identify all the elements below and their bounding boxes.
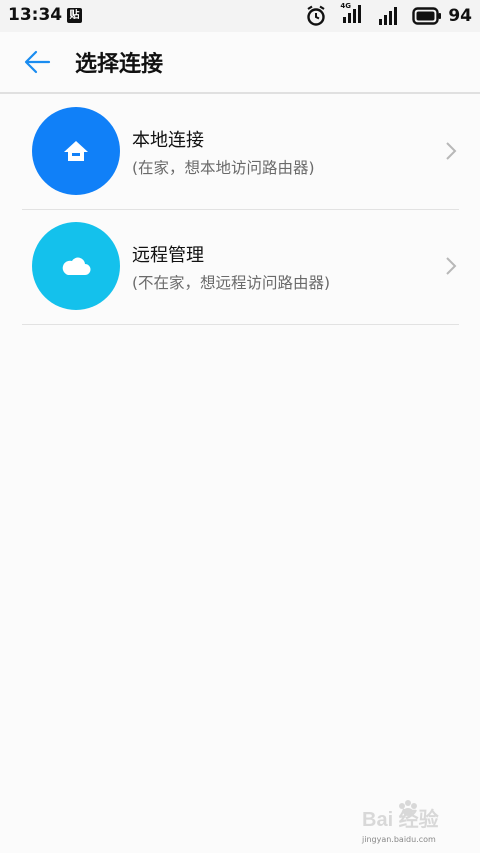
- option-title: 远程管理: [132, 245, 204, 266]
- status-time: 13:34: [8, 5, 63, 25]
- cloud-icon: [62, 257, 91, 275]
- watermark-url: jingyan.baidu.com: [362, 835, 436, 844]
- battery-percentage: 94: [448, 6, 472, 26]
- signal-4g-icon: 4G: [340, 2, 362, 28]
- back-arrow-icon: [24, 50, 51, 74]
- home-icon-circle: [32, 107, 120, 195]
- back-button[interactable]: [22, 46, 54, 78]
- option-remote-management[interactable]: 远程管理 (不在家，想远程访问路由器): [22, 209, 459, 325]
- status-indicators: 4G 94: [306, 2, 472, 28]
- cloud-icon-circle: [32, 222, 120, 310]
- paw-logo-icon: Bai 经验: [362, 800, 439, 831]
- tieba-notification-icon: 贴: [67, 8, 82, 23]
- signal-icon: [379, 7, 398, 25]
- status-bar: 13:34 贴 4G 94: [0, 0, 480, 32]
- option-local-connection[interactable]: 本地连接 (在家，想本地访问路由器): [22, 94, 459, 210]
- watermark-brand: Bai 经验: [362, 807, 439, 831]
- app-header: 选择连接: [0, 32, 480, 94]
- page-title: 选择连接: [75, 52, 164, 77]
- baidu-jingyan-watermark: Bai 经验: [362, 798, 452, 838]
- battery-icon: [412, 7, 442, 25]
- alarm-icon: [307, 5, 326, 26]
- option-subtitle: (不在家，想远程访问路由器): [132, 274, 331, 292]
- home-icon: [64, 141, 88, 161]
- option-title: 本地连接: [132, 130, 204, 151]
- chevron-right-icon: [446, 142, 457, 160]
- chevron-right-icon: [446, 257, 457, 275]
- option-subtitle: (在家，想本地访问路由器): [132, 159, 315, 177]
- network-type-label: 4G: [340, 2, 351, 10]
